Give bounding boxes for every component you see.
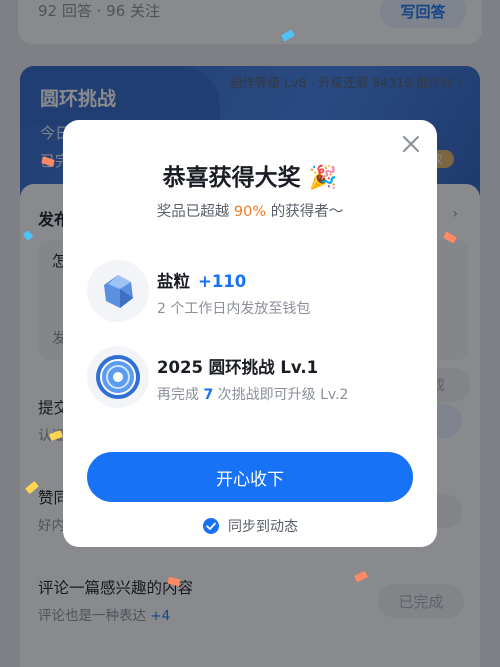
close-icon[interactable] <box>399 132 423 156</box>
subtitle-suffix: 的获得者～ <box>266 204 344 220</box>
subtitle-percent: 90% <box>233 204 267 220</box>
reward-name-text: 盐粒 <box>157 272 190 291</box>
reward-modal: 恭喜获得大奖 🎉 奖品已超越 90% 的获得者～ 盐粒 +110 2 个工作日内发… <box>63 120 437 547</box>
reward-item-ring: 2025 圆环挑战 Lv.1 再完成 7 次挑战即可升级 Lv.2 <box>87 346 417 410</box>
reward-name: 盐粒 +110 <box>157 268 246 292</box>
reward-desc-prefix: 再完成 <box>157 387 204 403</box>
modal-subtitle: 奖品已超越 90% 的获得者～ <box>63 200 437 221</box>
reward-name: 2025 圆环挑战 Lv.1 <box>157 358 319 377</box>
reward-desc-count: 7 <box>203 387 214 403</box>
reward-desc-suffix: 次挑战即可升级 Lv.2 <box>213 387 349 403</box>
subtitle-prefix: 奖品已超越 <box>156 204 234 220</box>
modal-title: 恭喜获得大奖 🎉 <box>162 165 338 191</box>
reward-desc: 2 个工作日内发放至钱包 <box>157 301 311 317</box>
sync-to-feed-toggle[interactable]: 同步到动态 <box>63 516 437 536</box>
sync-label: 同步到动态 <box>228 519 298 535</box>
salt-crystal-icon <box>87 260 149 322</box>
confirm-button[interactable]: 开心收下 <box>87 452 413 502</box>
reward-amount: +110 <box>198 272 247 291</box>
reward-desc: 再完成 7 次挑战即可升级 Lv.2 <box>157 384 348 404</box>
check-circle-icon[interactable] <box>202 517 220 535</box>
ring-badge-icon <box>87 346 149 408</box>
reward-item-salt: 盐粒 +110 2 个工作日内发放至钱包 <box>87 260 417 324</box>
